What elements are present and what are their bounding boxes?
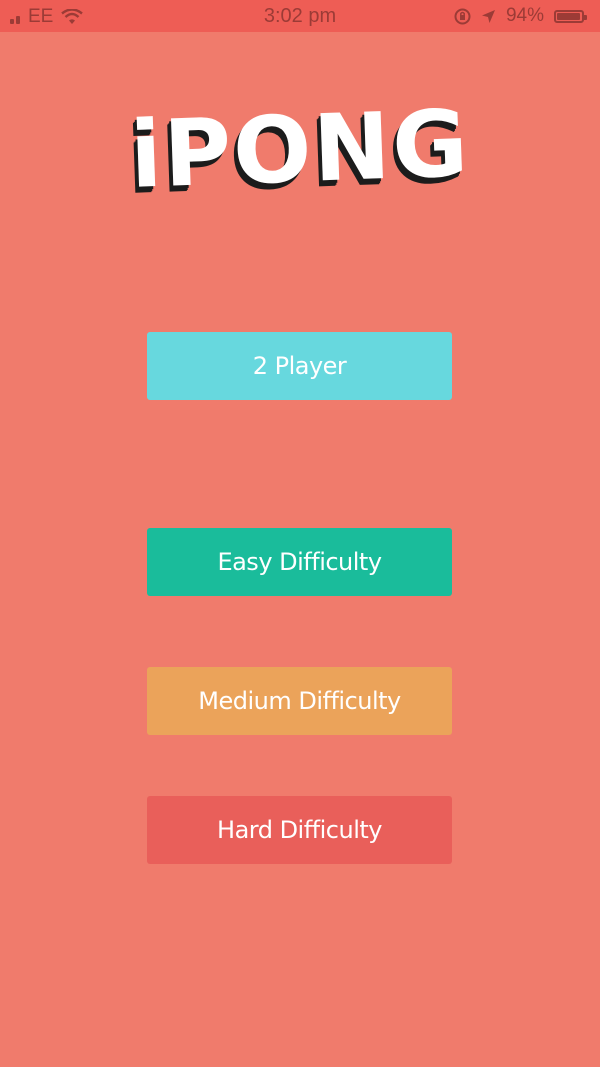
app-logo: iPONG	[128, 90, 472, 209]
medium-difficulty-button[interactable]: Medium Difficulty	[147, 667, 452, 735]
easy-difficulty-button[interactable]: Easy Difficulty	[147, 528, 452, 596]
status-bar-right: 94%	[454, 5, 587, 27]
orientation-lock-icon	[454, 8, 471, 24]
hard-difficulty-button[interactable]: Hard Difficulty	[147, 796, 452, 864]
battery-level-fill	[557, 12, 580, 20]
status-bar: EE 3:02 pm 94%	[0, 0, 600, 32]
two-player-button[interactable]: 2 Player	[147, 332, 452, 400]
battery-percentage: 94%	[505, 5, 544, 26]
location-icon	[481, 9, 495, 23]
battery-icon	[554, 9, 587, 23]
